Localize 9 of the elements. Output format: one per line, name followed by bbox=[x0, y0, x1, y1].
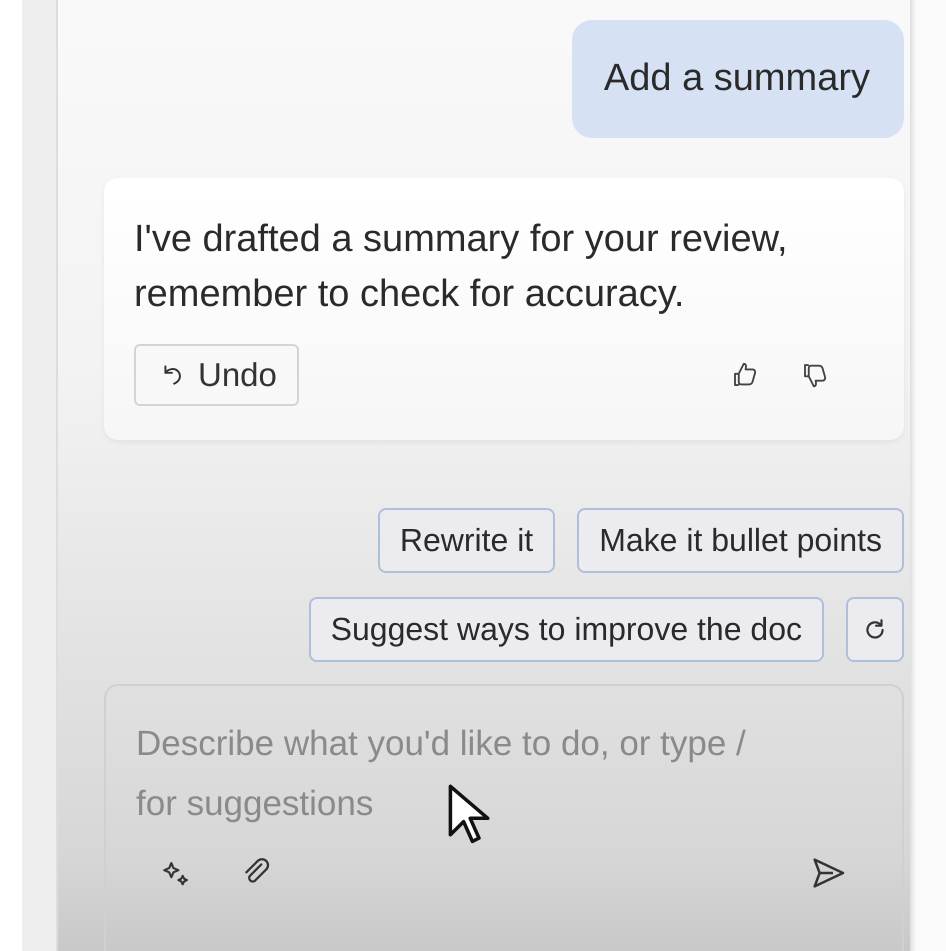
prompt-input-box[interactable]: Describe what you'd like to do, or type / for suggestions bbox=[104, 684, 904, 951]
suggestion-chip[interactable]: Make it bullet points bbox=[577, 508, 904, 573]
refresh-button[interactable] bbox=[846, 597, 904, 662]
suggestion-chip[interactable]: Suggest ways to improve the doc bbox=[308, 597, 824, 662]
undo-button[interactable]: Undo bbox=[134, 344, 299, 406]
prompt-input-field[interactable]: Describe what you'd like to do, or type / for suggestions bbox=[136, 714, 762, 838]
suggestion-chip[interactable]: Rewrite it bbox=[378, 508, 556, 573]
assistant-message-text: I've drafted a summary for your review, remember to check for accuracy. bbox=[134, 217, 788, 317]
user-message: Add a summary bbox=[572, 20, 904, 138]
